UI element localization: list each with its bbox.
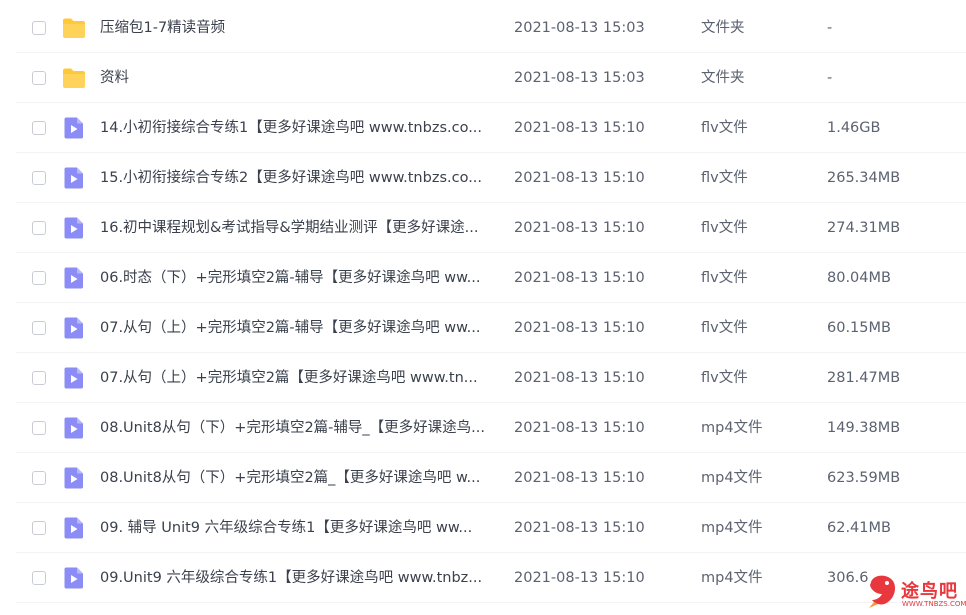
file-name[interactable]: 07.从句（上）+完形填空2篇【更多好课途鸟吧 www.tn... <box>100 353 498 403</box>
watermark-subtext: WWW.TNBZS.COM <box>902 600 966 608</box>
file-type: mp4文件 <box>701 520 763 536</box>
file-name[interactable]: 16.初中课程规划&考试指导&学期结业测评【更多好课途... <box>100 203 498 253</box>
row-checkbox[interactable] <box>32 221 46 235</box>
row-checkbox[interactable] <box>32 471 46 485</box>
file-modified-date: 2021-08-13 15:03 <box>514 70 645 86</box>
video-file-icon <box>62 167 86 189</box>
file-modified-date: 2021-08-13 15:10 <box>514 470 645 486</box>
row-checkbox[interactable] <box>32 421 46 435</box>
video-file-icon <box>62 217 86 239</box>
file-row[interactable]: 07.从句（上）+完形填空2篇-辅导【更多好课途鸟吧 ww... 2021-08-… <box>0 303 966 353</box>
file-row[interactable]: 06.时态（下）+完形填空2篇-辅导【更多好课途鸟吧 ww... 2021-08-… <box>0 253 966 303</box>
row-checkbox[interactable] <box>32 71 46 85</box>
file-size: - <box>827 20 833 36</box>
video-file-icon <box>62 317 86 339</box>
file-row[interactable]: 16.初中课程规划&考试指导&学期结业测评【更多好课途... 2021-08-13… <box>0 203 966 253</box>
file-size: 62.41MB <box>827 520 891 536</box>
file-type: flv文件 <box>701 120 748 136</box>
file-size: 623.59MB <box>827 470 901 486</box>
file-name[interactable]: 15.小初衔接综合专练2【更多好课途鸟吧 www.tnbzs.co... <box>100 153 498 203</box>
file-type: mp4文件 <box>701 570 763 586</box>
row-checkbox[interactable] <box>32 21 46 35</box>
file-type: flv文件 <box>701 170 748 186</box>
file-type: mp4文件 <box>701 470 763 486</box>
video-file-icon <box>62 267 86 289</box>
video-file-icon <box>62 117 86 139</box>
file-row[interactable]: 08.Unit8从句（下）+完形填空2篇_【更多好课途鸟吧 w... 2021-0… <box>0 453 966 503</box>
file-name[interactable]: 资料 <box>100 53 498 103</box>
file-size: 306.6 <box>827 570 869 586</box>
file-size: 274.31MB <box>827 220 901 236</box>
file-type: mp4文件 <box>701 420 763 436</box>
file-row[interactable]: 资料 2021-08-13 15:03 文件夹 - <box>0 53 966 103</box>
row-checkbox[interactable] <box>32 271 46 285</box>
file-modified-date: 2021-08-13 15:10 <box>514 420 645 436</box>
file-type: 文件夹 <box>701 70 745 86</box>
row-checkbox[interactable] <box>32 571 46 585</box>
file-type: flv文件 <box>701 370 748 386</box>
watermark-logo: 途鸟吧 WWW.TNBZS.COM <box>866 572 966 614</box>
file-type: flv文件 <box>701 270 748 286</box>
file-name[interactable]: 09.Unit9 六年级综合专练1【更多好课途鸟吧 www.tnbz... <box>100 553 498 603</box>
file-size: 265.34MB <box>827 170 901 186</box>
file-modified-date: 2021-08-13 15:10 <box>514 270 645 286</box>
row-checkbox[interactable] <box>32 171 46 185</box>
video-file-icon <box>62 467 86 489</box>
file-name[interactable]: 06.时态（下）+完形填空2篇-辅导【更多好课途鸟吧 ww... <box>100 253 498 303</box>
file-row[interactable]: 09.Unit9 六年级综合专练1【更多好课途鸟吧 www.tnbz... 202… <box>0 553 966 603</box>
bird-logo-icon <box>869 575 896 608</box>
row-checkbox[interactable] <box>32 121 46 135</box>
file-type: 文件夹 <box>701 20 745 36</box>
folder-icon <box>62 17 86 39</box>
file-modified-date: 2021-08-13 15:10 <box>514 170 645 186</box>
file-size: - <box>827 70 833 86</box>
folder-icon <box>62 67 86 89</box>
file-row[interactable]: 08.Unit8从句（下）+完形填空2篇-辅导_【更多好课途鸟... 2021-0… <box>0 403 966 453</box>
file-modified-date: 2021-08-13 15:10 <box>514 520 645 536</box>
file-row[interactable]: 09. 辅导 Unit9 六年级综合专练1【更多好课途鸟吧 ww... 2021-… <box>0 503 966 553</box>
file-modified-date: 2021-08-13 15:10 <box>514 570 645 586</box>
video-file-icon <box>62 567 86 589</box>
file-name[interactable]: 09. 辅导 Unit9 六年级综合专练1【更多好课途鸟吧 ww... <box>100 503 498 553</box>
file-name[interactable]: 08.Unit8从句（下）+完形填空2篇-辅导_【更多好课途鸟... <box>100 403 498 453</box>
file-row[interactable]: 07.从句（上）+完形填空2篇【更多好课途鸟吧 www.tn... 2021-08… <box>0 353 966 403</box>
file-name[interactable]: 07.从句（上）+完形填空2篇-辅导【更多好课途鸟吧 ww... <box>100 303 498 353</box>
row-checkbox[interactable] <box>32 521 46 535</box>
file-size: 60.15MB <box>827 320 891 336</box>
file-name[interactable]: 08.Unit8从句（下）+完形填空2篇_【更多好课途鸟吧 w... <box>100 453 498 503</box>
row-checkbox[interactable] <box>32 321 46 335</box>
video-file-icon <box>62 367 86 389</box>
file-row[interactable]: 压缩包1-7精读音频 2021-08-13 15:03 文件夹 - <box>0 3 966 53</box>
file-size: 149.38MB <box>827 420 901 436</box>
file-modified-date: 2021-08-13 15:10 <box>514 220 645 236</box>
file-size: 281.47MB <box>827 370 901 386</box>
file-row[interactable]: 14.小初衔接综合专练1【更多好课途鸟吧 www.tnbzs.co... 2021… <box>0 103 966 153</box>
file-name[interactable]: 压缩包1-7精读音频 <box>100 3 498 53</box>
file-size: 80.04MB <box>827 270 891 286</box>
file-modified-date: 2021-08-13 15:10 <box>514 120 645 136</box>
file-modified-date: 2021-08-13 15:03 <box>514 20 645 36</box>
file-list: 压缩包1-7精读音频 2021-08-13 15:03 文件夹 - 资料 2021-08-… <box>0 0 966 615</box>
file-type: flv文件 <box>701 220 748 236</box>
file-size: 1.46GB <box>827 120 881 136</box>
video-file-icon <box>62 517 86 539</box>
file-type: flv文件 <box>701 320 748 336</box>
row-checkbox[interactable] <box>32 371 46 385</box>
file-modified-date: 2021-08-13 15:10 <box>514 370 645 386</box>
file-row[interactable]: 15.小初衔接综合专练2【更多好课途鸟吧 www.tnbzs.co... 2021… <box>0 153 966 203</box>
file-name[interactable]: 14.小初衔接综合专练1【更多好课途鸟吧 www.tnbzs.co... <box>100 103 498 153</box>
file-modified-date: 2021-08-13 15:10 <box>514 320 645 336</box>
video-file-icon <box>62 417 86 439</box>
